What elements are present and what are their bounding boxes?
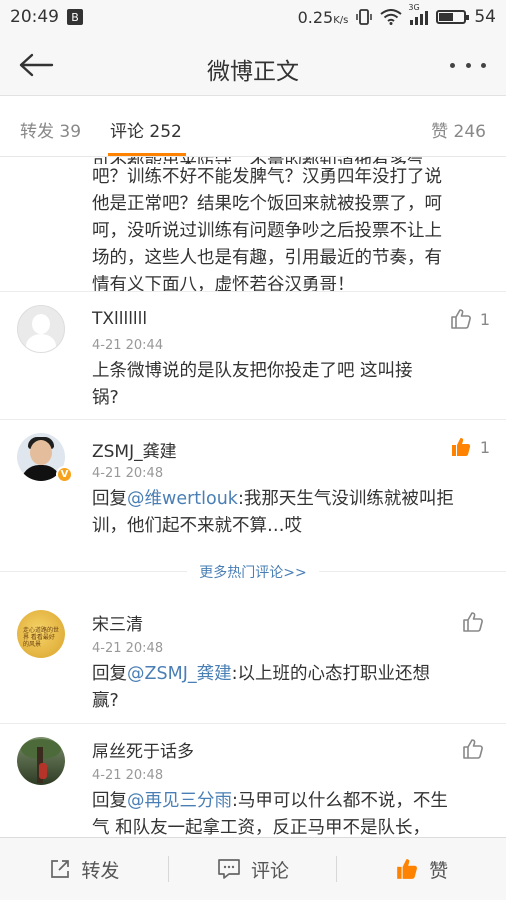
more-dot-icon [450,62,455,68]
comment-item: 屌丝死于话多 4-21 20:48 回复@再见三分雨:马甲可以什么都不说，不生 … [0,724,506,837]
nav-bar: 微博正文 [0,34,506,96]
app-notification-icon: B [67,9,83,25]
mention-link[interactable]: @ZSMJ_龚建 [127,664,232,684]
comment-username[interactable]: 屌丝死于话多 [92,737,194,762]
reply-prefix: 回复 [92,791,127,811]
comment-time: 4-21 20:44 [92,338,164,353]
comment-item: V ZSMJ_龚建 4-21 20:48 回复@维wertlouk:我那天生气没… [0,420,506,570]
active-tab-indicator [108,153,186,156]
reply-prefix: 回复 [92,664,127,684]
comment-time: 4-21 20:48 [92,641,164,656]
bottom-action-bar: 转发 评论 赞 [0,837,506,900]
repost-button[interactable]: 转发 [0,838,169,900]
comment-line: 训，他们起不来就不算…哎 [92,516,302,536]
comment-line: :马甲可以什么都不说，不生 [232,791,448,811]
verified-badge-icon: V [56,466,73,483]
status-time: 20:49 [10,7,59,27]
comment-body: 回复@维wertlouk:我那天生气没训练就被叫拒 训，他们起不来就不算…哎 [92,486,487,540]
battery-percent: 54 [474,7,496,27]
tab-likes[interactable]: 赞 246 [431,117,486,142]
comment-line: 锅? [92,388,119,408]
thumbs-up-icon [451,309,471,329]
avatar[interactable]: 走心道路的世界 看看最好的风景 [17,610,65,658]
more-options-button[interactable] [450,56,486,74]
tab-comments[interactable]: 评论 252 [110,117,182,142]
comment-line: 他是正常吧？结果吃个饭回来就被投票了，呵 [92,194,442,214]
like-button[interactable] [462,738,484,760]
like-count: 1 [479,309,490,329]
like-label: 赞 [429,859,449,882]
comment-item: TXlllllll 4-21 20:44 上条微博说的是队友把你投走了吧 这叫接… [0,292,506,418]
comment-line: :以上班的心态打职业还想 [231,664,431,684]
vibrate-icon [356,9,373,25]
more-hot-comments-label[interactable]: 更多热门评论>> [187,565,319,581]
mention-link[interactable]: @再见三分雨 [127,791,232,811]
comment-icon [218,859,240,879]
like-post-button[interactable]: 赞 [337,838,506,900]
comment-line: 呵，没听说过训练有问题争吵之后投票不让上 [92,221,442,241]
comment-username[interactable]: TXlllllll [92,309,147,329]
comment-time: 4-21 20:48 [92,466,164,481]
comment-button[interactable]: 评论 [169,838,338,900]
comment-body: 回复@再见三分雨:马甲可以什么都不说，不生 气 和队友一起拿工资，反正马甲不是队… [92,788,487,837]
more-dot-icon [481,62,486,68]
avatar[interactable] [17,305,65,353]
comment-body: 上条微博说的是队友把你投走了吧 这叫接 锅? [92,358,487,412]
mention-link[interactable]: @维wertlouk [127,489,238,509]
wifi-icon [380,9,402,25]
like-button[interactable]: 1 [450,308,490,330]
comment-username[interactable]: 宋三清 [92,610,143,635]
comment-line: 场的，这些人也是有趣，引用最近的节奏，有 [92,248,442,268]
like-button[interactable]: 1 [450,436,490,458]
avatar-text: 走心道路的世界 看看最好的风景 [23,627,60,648]
thumbs-up-icon [463,739,483,759]
thumbs-up-filled-icon [451,438,470,456]
reply-prefix: 回复 [92,489,127,509]
thumbs-up-filled-icon [397,859,418,879]
signal-icon: 3G [408,3,429,25]
more-dot-icon [465,62,471,68]
repost-label: 转发 [81,859,120,882]
partial-comment-body: 可不都能出来防守，不量的都知道他有多气 吧？训练不好不能发脾气？汉勇四年没打了说… [92,157,490,299]
share-icon [51,860,70,878]
comment-line: 上条微博说的是队友把你投走了吧 这叫接 [92,361,413,381]
avatar[interactable] [17,737,65,785]
tab-bar: 转发 39 评论 252 赞 246 [0,97,506,157]
comment-time: 4-21 20:48 [92,768,164,783]
comment-item: 走心道路的世界 看看最好的风景 宋三清 4-21 20:48 回复@ZSMJ_龚… [0,597,506,723]
network-speed: 0.25K/s [297,7,349,27]
comment-line: 吧？训练不好不能发脾气？汉勇四年没打了说 [92,167,442,187]
status-bar: 20:49 B 0.25K/s 3G 54 [0,0,506,34]
like-button[interactable] [462,611,484,633]
tab-repost[interactable]: 转发 39 [20,117,81,142]
battery-icon [436,10,470,24]
comment-list[interactable]: 可不都能出来防守，不量的都知道他有多气 吧？训练不好不能发脾气？汉勇四年没打了说… [0,157,506,837]
comment-username[interactable]: ZSMJ_龚建 [92,437,177,462]
thumbs-up-icon [463,612,483,632]
comment-line: :我那天生气没训练就被叫拒 [237,489,454,509]
comment-label: 评论 [251,859,290,882]
more-hot-comments-link[interactable]: 更多热门评论>> [0,562,506,582]
like-count: 1 [479,437,490,457]
comment-line: 赢? [92,691,119,711]
page-title: 微博正文 [207,59,299,85]
comment-line: 气 和队友一起拿工资，反正马甲不是队长， [92,818,431,837]
comment-body: 回复@ZSMJ_龚建:以上班的心态打职业还想 赢? [92,661,487,715]
